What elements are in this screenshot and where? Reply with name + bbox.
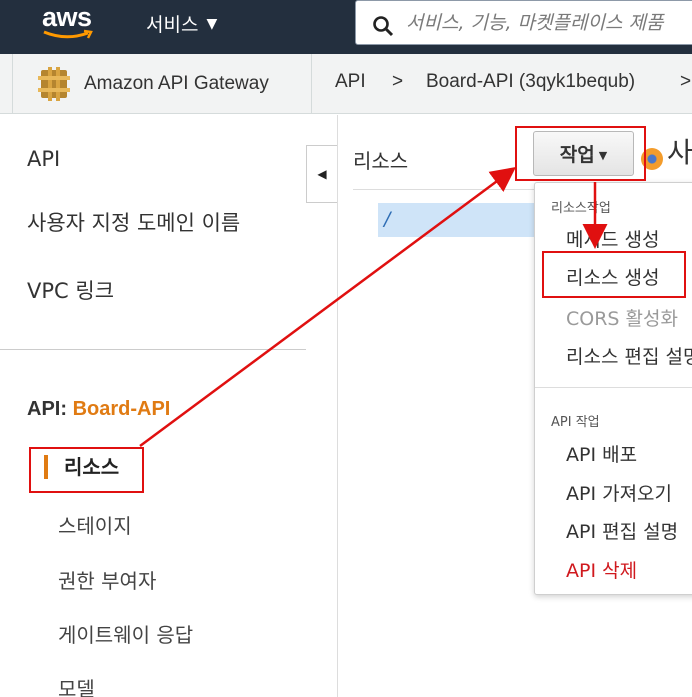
api-gateway-icon bbox=[38, 66, 70, 101]
search-icon bbox=[373, 15, 394, 36]
aws-top-bar: aws 서비스 ▼ bbox=[0, 0, 692, 54]
current-api-name[interactable]: Board-API bbox=[73, 398, 171, 420]
services-label: 서비스 bbox=[146, 14, 199, 36]
nav-item-models[interactable]: 모델 bbox=[58, 673, 95, 697]
breadcrumb-board-api-link[interactable]: Board-API (3qyk1bequb) bbox=[426, 71, 680, 93]
nav-item-api[interactable]: API bbox=[27, 147, 60, 171]
method-panel-heading: 사 bbox=[667, 136, 692, 169]
actions-dropdown-menu: 리소스작업 메서드 생성 리소스 생성 CORS 활성화 리소스 편집 설명 A… bbox=[534, 182, 692, 595]
actions-button[interactable]: 작업 ▼ bbox=[533, 131, 634, 176]
actions-label: 작업 bbox=[559, 144, 595, 166]
search-box[interactable] bbox=[355, 0, 692, 45]
menu-item-enable-cors: CORS 활성화 bbox=[566, 308, 678, 330]
caret-down-icon: ▼ bbox=[206, 15, 218, 32]
current-api-title: API: Board-API bbox=[27, 398, 170, 421]
resources-header-divider bbox=[353, 189, 553, 190]
resource-root-item[interactable]: / bbox=[378, 203, 548, 237]
menu-item-edit-resource-description[interactable]: 리소스 편집 설명 bbox=[566, 342, 692, 369]
caret-down-icon: ▼ bbox=[598, 149, 608, 162]
api-actions-group-label: API 작업 bbox=[551, 415, 600, 430]
search-input[interactable] bbox=[406, 11, 692, 34]
nav-item-custom-domain-names[interactable]: 사용자 지정 도메인 이름 bbox=[27, 207, 240, 237]
breadcrumb-separator: > bbox=[680, 71, 692, 92]
nav-item-vpc-links[interactable]: VPC 링크 bbox=[27, 275, 114, 305]
api-prefix: API: bbox=[27, 398, 67, 420]
breadcrumb: API > Board-API (3qyk1bequb) > bbox=[335, 71, 691, 93]
breadcrumb-api-link[interactable]: API bbox=[335, 71, 392, 93]
nav-divider bbox=[0, 349, 306, 350]
menu-item-import-api[interactable]: API 가져오기 bbox=[566, 479, 672, 506]
nav-item-resources[interactable]: 리소스 bbox=[44, 455, 119, 479]
aws-smile-icon bbox=[43, 29, 93, 39]
menu-item-delete-api[interactable]: API 삭제 bbox=[566, 556, 637, 583]
collapse-sidebar-button[interactable]: ◀ bbox=[306, 145, 338, 203]
menu-item-create-method[interactable]: 메서드 생성 bbox=[566, 225, 659, 252]
nav-item-gateway-responses[interactable]: 게이트웨이 응답 bbox=[58, 619, 193, 648]
menu-item-edit-api-description[interactable]: API 편집 설명 bbox=[566, 517, 678, 544]
resources-header: 리소스 bbox=[353, 149, 409, 173]
menu-item-create-resource[interactable]: 리소스 생성 bbox=[566, 263, 659, 290]
nav-item-authorizers[interactable]: 권한 부여자 bbox=[58, 565, 156, 594]
status-dot-icon bbox=[641, 148, 663, 170]
left-navigation: API 사용자 지정 도메인 이름 VPC 링크 API: Board-API … bbox=[0, 115, 306, 697]
api-gateway-label: Amazon API Gateway bbox=[84, 72, 269, 94]
services-menu-button[interactable]: 서비스 ▼ bbox=[146, 10, 217, 37]
menu-divider bbox=[535, 387, 692, 388]
breadcrumb-bar: Amazon API Gateway API > Board-API (3qyk… bbox=[0, 54, 692, 114]
caret-left-icon: ◀ bbox=[317, 167, 327, 181]
menu-item-deploy-api[interactable]: API 배포 bbox=[566, 440, 637, 467]
resource-actions-group-label: 리소스작업 bbox=[551, 201, 611, 216]
api-gateway-home-link[interactable]: Amazon API Gateway bbox=[12, 54, 312, 113]
nav-item-stages[interactable]: 스테이지 bbox=[58, 510, 132, 539]
breadcrumb-separator: > bbox=[392, 71, 404, 92]
panel-divider bbox=[337, 115, 338, 697]
